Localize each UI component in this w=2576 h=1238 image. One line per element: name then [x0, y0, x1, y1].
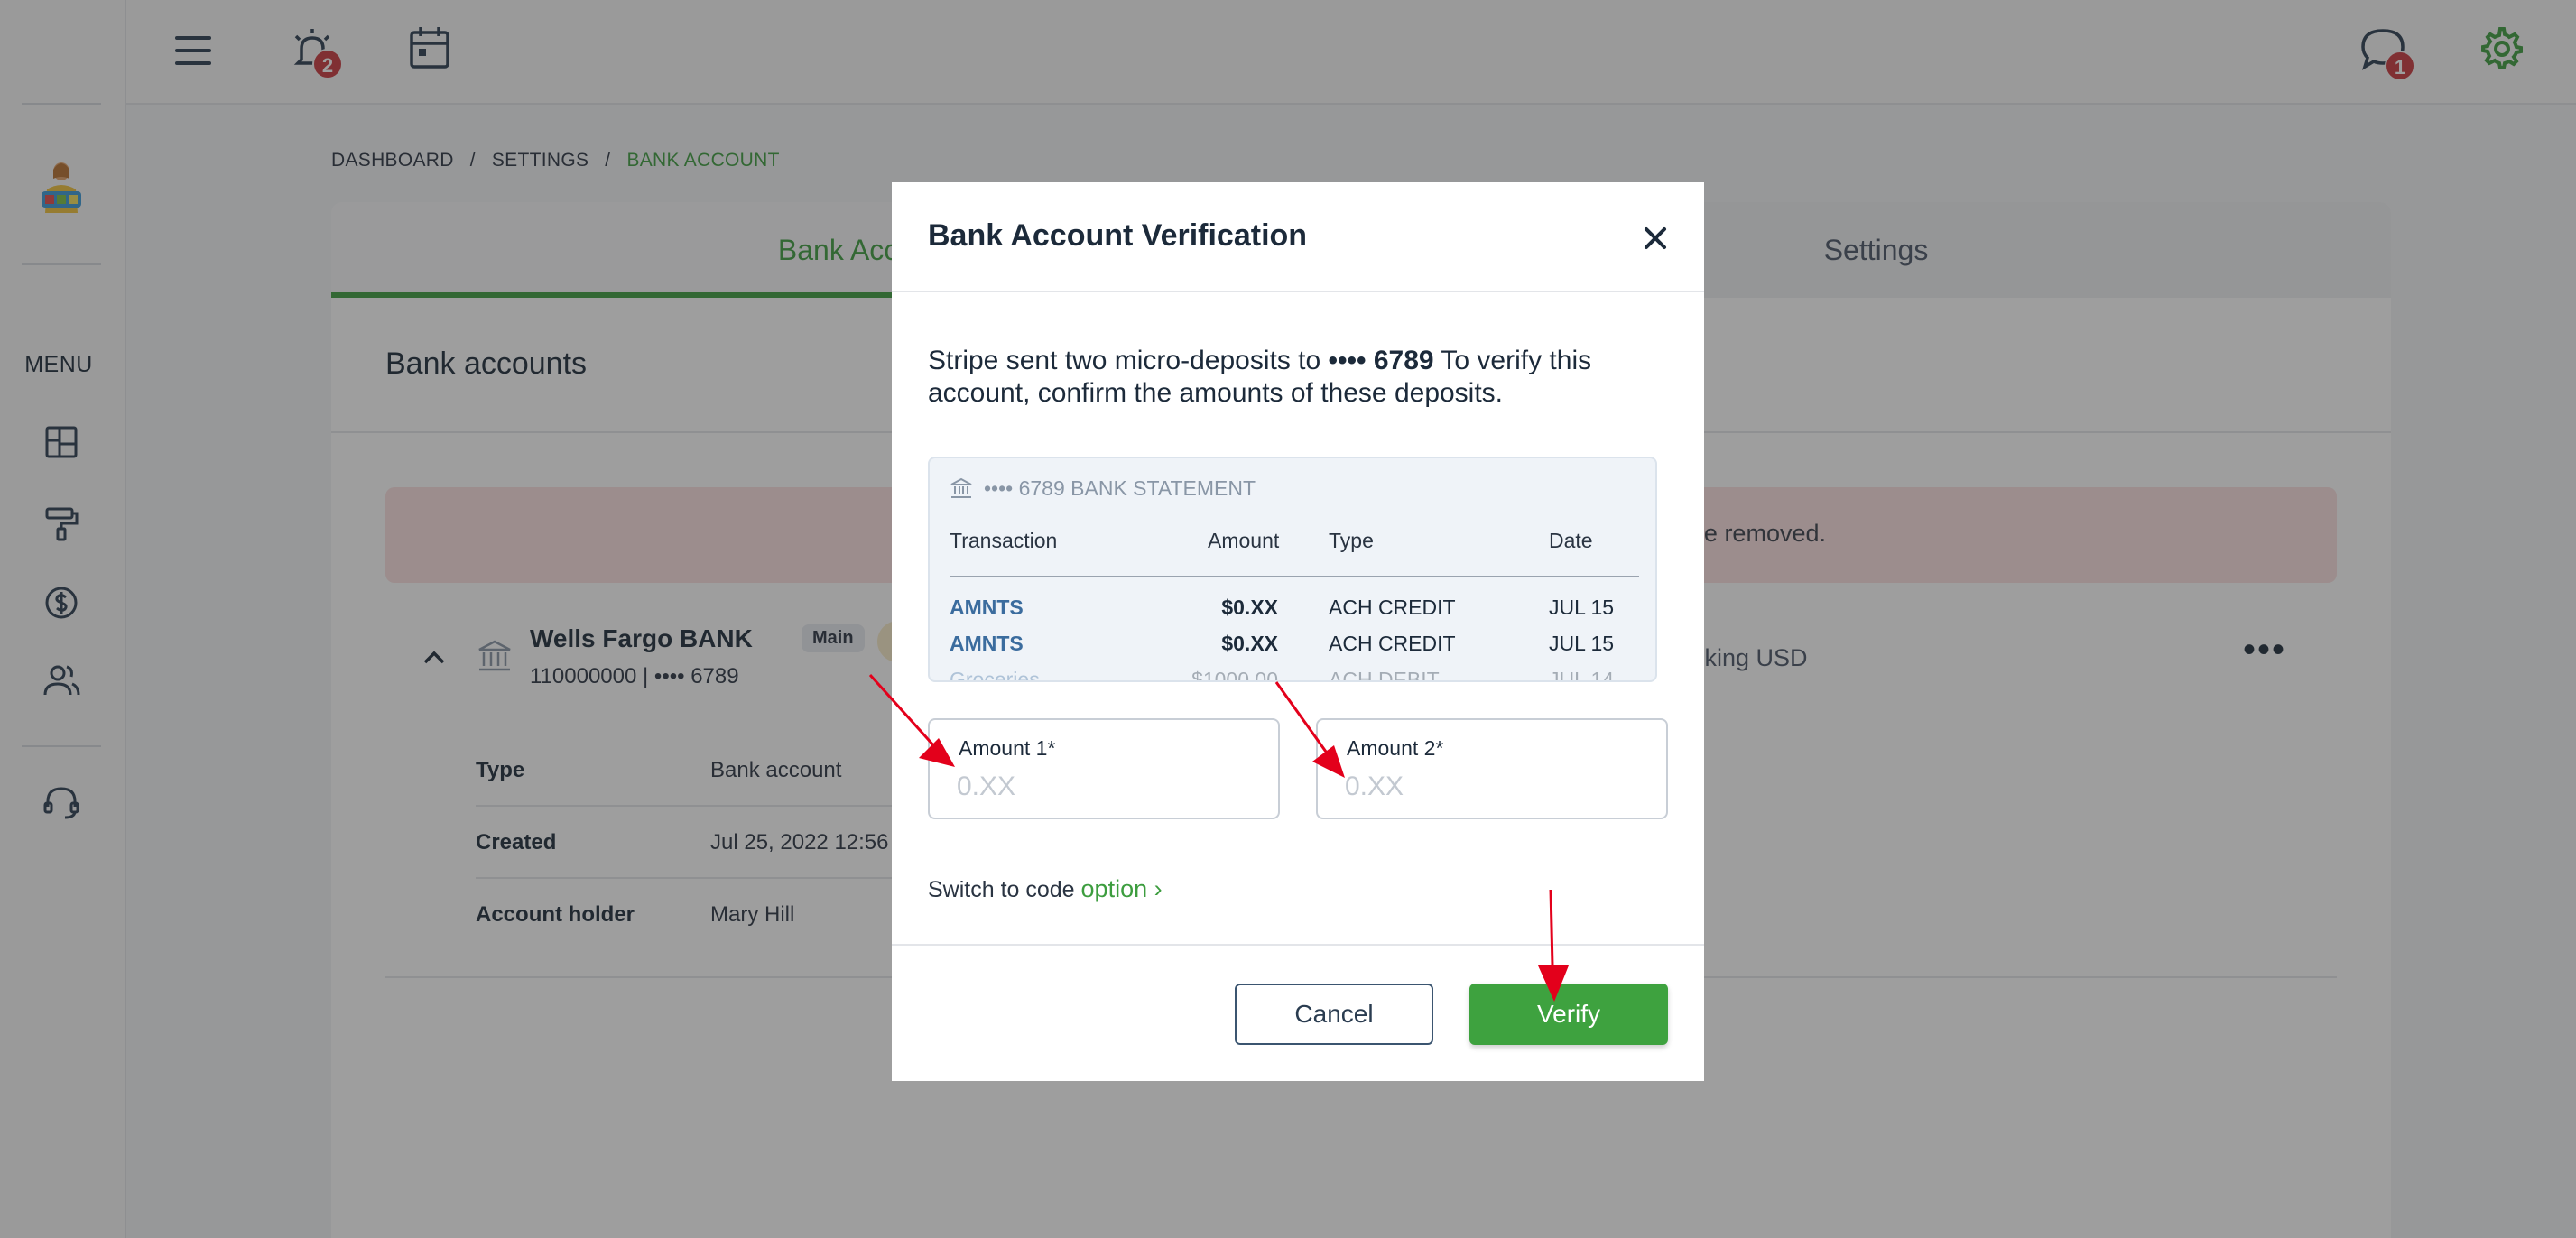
switch-option-link[interactable]: option › — [1081, 875, 1163, 902]
divider — [950, 576, 1639, 577]
column-header: Transaction — [950, 529, 1058, 552]
column-header: Date — [1549, 529, 1593, 552]
verify-button[interactable]: Verify — [1469, 984, 1668, 1045]
column-header: Type — [1329, 529, 1374, 552]
verification-modal: Bank Account Verification Stripe sent tw… — [892, 182, 1704, 1081]
table-cell: AMNTS — [950, 596, 1024, 619]
amount-1-input[interactable] — [957, 767, 1246, 807]
amount-2-field[interactable]: Amount 2* — [1316, 718, 1668, 819]
switch-text: Switch to code — [928, 877, 1081, 902]
table-cell: Groceries — [950, 668, 1040, 682]
close-icon[interactable] — [1639, 222, 1672, 254]
table-cell: JUL 15 — [1549, 596, 1615, 619]
switch-to-code: Switch to code option › — [928, 875, 1163, 903]
table-cell: ACH CREDIT — [1329, 632, 1456, 655]
desc-text: Stripe sent two micro-deposits to — [928, 346, 1329, 375]
amount-2-label: Amount 2* — [1347, 736, 1444, 760]
divider — [892, 944, 1704, 946]
table-cell: ACH DEBIT — [1329, 668, 1440, 682]
chevron-right-icon: › — [1154, 875, 1163, 902]
table-cell: $0.XX — [1221, 632, 1278, 655]
bank-statement-preview: •••• 6789 BANK STATEMENT Transaction Amo… — [928, 457, 1657, 682]
divider — [892, 291, 1704, 292]
table-cell: JUL 14 — [1549, 668, 1615, 682]
statement-title-text: •••• 6789 BANK STATEMENT — [984, 476, 1256, 500]
amount-1-field[interactable]: Amount 1* — [928, 718, 1280, 819]
amount-1-label: Amount 1* — [959, 736, 1056, 760]
bank-icon — [950, 477, 972, 498]
table-cell: JUL 15 — [1549, 632, 1615, 655]
table-cell: $0.XX — [1221, 596, 1278, 619]
modal-title: Bank Account Verification — [928, 218, 1308, 253]
statement-title: •••• 6789 BANK STATEMENT — [950, 476, 1256, 501]
switch-option-label: option — [1080, 875, 1148, 902]
table-cell: AMNTS — [950, 632, 1024, 655]
column-header: Amount — [1208, 529, 1280, 552]
modal-description: Stripe sent two micro-deposits to •••• 6… — [928, 345, 1668, 410]
table-cell: ACH CREDIT — [1329, 596, 1456, 619]
desc-account: •••• 6789 — [1328, 346, 1434, 375]
amount-2-input[interactable] — [1345, 767, 1634, 807]
table-cell: $1000.00 — [1191, 668, 1278, 682]
cancel-button[interactable]: Cancel — [1235, 984, 1433, 1045]
